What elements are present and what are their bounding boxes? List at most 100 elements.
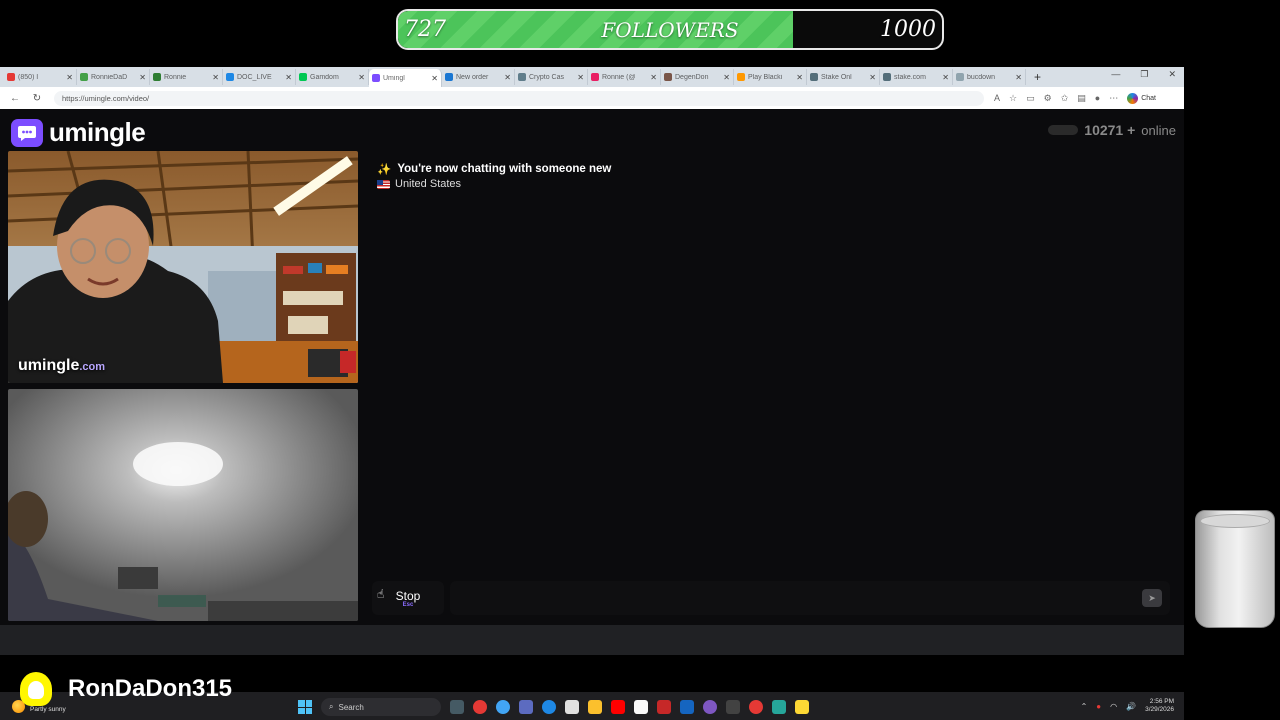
copilot-chat-button[interactable]: Chat xyxy=(1127,92,1156,104)
close-tab-icon[interactable]: ✕ xyxy=(650,73,657,82)
media-app-icon[interactable] xyxy=(726,700,740,714)
stranger-video: umingle.com xyxy=(8,151,358,383)
tab-label: bucdown xyxy=(967,73,996,81)
umingle-logo[interactable]: umingle xyxy=(11,117,146,148)
tab-label: Play Blacki xyxy=(748,73,783,81)
message-input[interactable]: ➤ xyxy=(450,581,1170,615)
store-icon[interactable] xyxy=(565,700,579,714)
close-tab-icon[interactable]: ✕ xyxy=(1015,73,1022,82)
obs-icon[interactable] xyxy=(772,700,786,714)
more-menu-icon[interactable]: ⋯ xyxy=(1109,93,1118,104)
online-label: online xyxy=(1141,122,1176,138)
snapchat-overlay: RonDaDon315 xyxy=(20,672,232,706)
close-tab-icon[interactable]: ✕ xyxy=(869,73,876,82)
cup-object xyxy=(1195,510,1275,628)
tab-favicon-icon xyxy=(518,73,526,81)
umingle-watermark: umingle.com xyxy=(18,357,106,374)
chrome-icon[interactable] xyxy=(749,700,763,714)
browser-tab[interactable]: Gamdom ✕ xyxy=(296,69,369,85)
close-tab-icon[interactable]: ✕ xyxy=(358,73,365,82)
chat-status-text: You're now chatting with someone new xyxy=(397,163,612,175)
minimize-icon[interactable]: — xyxy=(1111,69,1120,80)
browser-tab[interactable]: DegenDon ✕ xyxy=(661,69,734,85)
collections-icon[interactable]: ▤ xyxy=(1077,93,1086,104)
file-explorer-icon[interactable] xyxy=(588,700,602,714)
tab-label: (850) I xyxy=(18,73,39,81)
browser-tab[interactable]: RonnieDaD ✕ xyxy=(77,69,150,85)
close-tab-icon[interactable]: ✕ xyxy=(942,73,949,82)
copilot-icon xyxy=(1127,92,1139,104)
browser-tab[interactable]: Crypto Cas ✕ xyxy=(515,69,588,85)
volume-icon[interactable]: 🔊 xyxy=(1126,702,1136,711)
tab-favicon-icon xyxy=(956,73,964,81)
teams-icon[interactable] xyxy=(519,700,533,714)
browser-tab[interactable]: Ronnie (@ ✕ xyxy=(588,69,661,85)
close-tab-icon[interactable]: ✕ xyxy=(212,73,219,82)
close-tab-icon[interactable]: ✕ xyxy=(723,73,730,82)
read-aloud-icon[interactable]: A xyxy=(994,93,1000,103)
windows-start-icon[interactable] xyxy=(298,700,312,714)
tab-favicon-icon xyxy=(226,73,234,81)
tab-label: New order xyxy=(456,73,489,81)
acrobat-icon[interactable] xyxy=(657,700,671,714)
steam-icon[interactable] xyxy=(680,700,694,714)
new-tab-icon[interactable]: + xyxy=(1034,70,1041,84)
browser-tab[interactable]: DOC_LIVE ✕ xyxy=(223,69,296,85)
tab-label: Umingl xyxy=(383,74,405,82)
send-icon[interactable]: ➤ xyxy=(1142,589,1162,607)
notepad-icon[interactable] xyxy=(634,700,648,714)
profile-icon[interactable]: ● xyxy=(1095,93,1100,103)
snapchat-username: RonDaDon315 xyxy=(68,675,233,702)
chat-controls: Stop Esc ➤ xyxy=(364,571,1178,621)
close-tab-icon[interactable]: ✕ xyxy=(139,73,146,82)
online-plus: + xyxy=(1127,122,1136,138)
browser-tab[interactable]: Play Blacki ✕ xyxy=(734,69,807,85)
sparkles-icon: ✨ xyxy=(377,164,392,176)
browser-tab[interactable]: bucdown ✕ xyxy=(953,69,1026,85)
follower-goal: 1000 xyxy=(880,17,936,42)
browser-tab[interactable]: (850) I ✕ xyxy=(4,69,77,85)
tab-label: Gamdom xyxy=(310,73,339,81)
browser-tab[interactable]: New order ✕ xyxy=(442,69,515,85)
restore-icon[interactable]: ❐ xyxy=(1140,69,1148,80)
refresh-icon[interactable]: ↻ xyxy=(30,93,44,104)
extensions-icon[interactable]: ⚙ xyxy=(1044,93,1052,104)
mouse-cursor-icon: ☝ xyxy=(377,587,385,601)
browser-tab[interactable]: Ronnie ✕ xyxy=(150,69,223,85)
app-red-icon[interactable] xyxy=(473,700,487,714)
close-tab-icon[interactable]: ✕ xyxy=(577,73,584,82)
chat-status: ✨ You're now chatting with someone new xyxy=(377,162,611,176)
discord-icon[interactable] xyxy=(703,700,717,714)
close-tab-icon[interactable]: ✕ xyxy=(431,74,438,83)
youtube-icon[interactable] xyxy=(611,700,625,714)
favorite-star-icon[interactable]: ☆ xyxy=(1009,93,1017,104)
online-count: 10271 xyxy=(1084,122,1124,138)
copilot-taskbar-icon[interactable] xyxy=(496,700,510,714)
edge-icon[interactable] xyxy=(542,700,556,714)
close-tab-icon[interactable]: ✕ xyxy=(796,73,803,82)
close-tab-icon[interactable]: ✕ xyxy=(285,73,292,82)
close-tab-icon[interactable]: ✕ xyxy=(504,73,511,82)
close-window-icon[interactable]: ✕ xyxy=(1168,69,1176,80)
mic-icon[interactable]: ● xyxy=(1096,702,1101,711)
tab-favicon-icon xyxy=(664,73,672,81)
browser-tab[interactable]: stake.com ✕ xyxy=(880,69,953,85)
favorites-icon[interactable]: ✩ xyxy=(1061,93,1069,104)
split-screen-icon[interactable]: ▭ xyxy=(1026,93,1035,104)
browser-tab[interactable]: Umingl ✕ xyxy=(369,69,442,87)
wifi-icon[interactable]: ◠ xyxy=(1110,702,1117,711)
stop-label: Stop xyxy=(395,588,421,603)
tab-favicon-icon xyxy=(80,73,88,81)
stranger-location: United States xyxy=(377,178,461,190)
chevron-up-icon[interactable]: ⌃ xyxy=(1081,702,1088,711)
follower-label: FOLLOWERS xyxy=(601,17,739,42)
clock[interactable]: 2:56 PM 3/29/2026 xyxy=(1145,698,1174,714)
task-view-icon[interactable] xyxy=(450,700,464,714)
chat-bubble-icon xyxy=(11,118,43,147)
taskbar-search[interactable]: ⌕ Search xyxy=(321,698,441,716)
back-icon[interactable]: ← xyxy=(8,93,22,104)
pen-app-icon[interactable] xyxy=(795,700,809,714)
close-tab-icon[interactable]: ✕ xyxy=(66,73,73,82)
browser-tab[interactable]: Stake Onl ✕ xyxy=(807,69,880,85)
url-field[interactable]: https://umingle.com/video/ xyxy=(54,90,984,106)
